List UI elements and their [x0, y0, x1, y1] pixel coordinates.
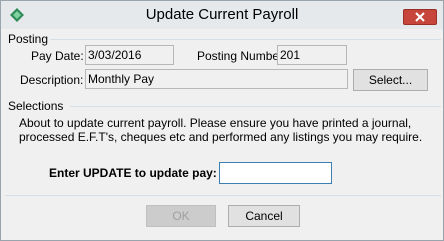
posting-number-label: Posting Number:	[197, 49, 287, 63]
title-bar[interactable]: Update Current Payroll	[1, 1, 443, 29]
cancel-button[interactable]: Cancel	[228, 205, 300, 227]
select-button[interactable]: Select...	[353, 69, 428, 91]
update-confirmation-input[interactable]	[219, 162, 332, 184]
selections-group-divider	[70, 106, 441, 107]
posting-group-divider	[50, 39, 441, 40]
button-area-divider	[5, 195, 441, 196]
dialog-window: Update Current Payroll Posting Pay Date:…	[0, 0, 444, 241]
posting-number-field[interactable]: 201	[277, 45, 347, 65]
close-icon	[415, 12, 425, 22]
description-label: Description:	[20, 73, 84, 87]
pay-date-field[interactable]: 3/03/2016	[85, 45, 174, 65]
ok-button[interactable]: OK	[146, 205, 216, 227]
close-button[interactable]	[403, 9, 437, 25]
window-title: Update Current Payroll	[145, 6, 299, 23]
dialog-body: Posting Pay Date: 3/03/2016 Posting Numb…	[5, 30, 441, 238]
posting-group-label: Posting	[8, 32, 49, 46]
pay-date-label: Pay Date:	[31, 49, 84, 63]
selections-group-label: Selections	[8, 99, 64, 113]
info-message-line-1: About to update current payroll. Please …	[19, 116, 412, 130]
description-field[interactable]: Monthly Pay	[85, 69, 348, 89]
info-message-line-2: processed E.F.T's, cheques etc and perfo…	[19, 130, 423, 144]
update-prompt-label: Enter UPDATE to update pay:	[49, 166, 217, 180]
